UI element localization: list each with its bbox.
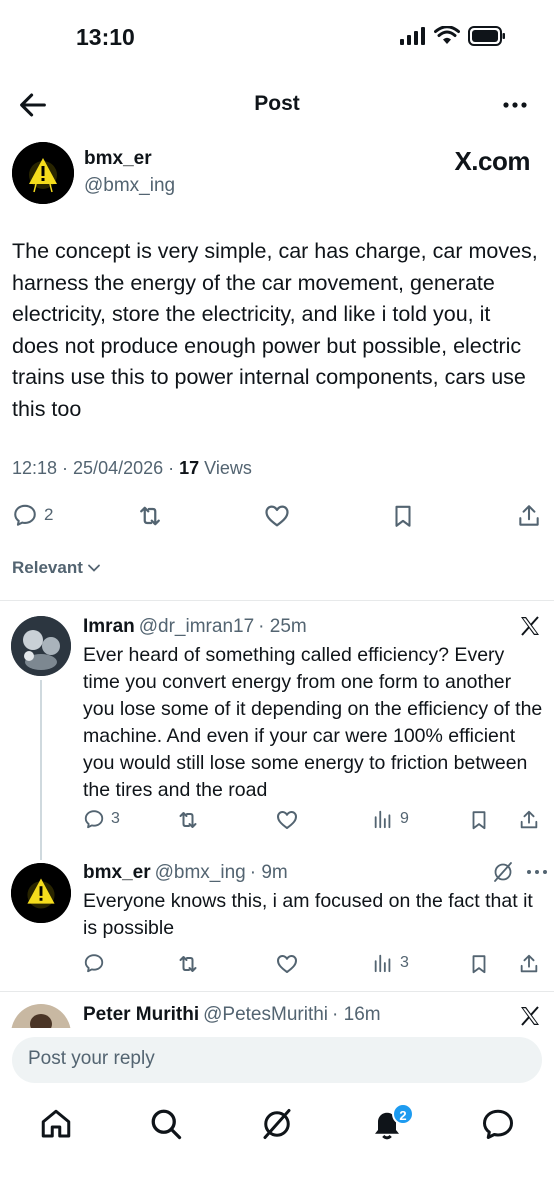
reply-count: 2 xyxy=(44,505,54,524)
avatar-photo-icon xyxy=(11,616,71,676)
reply-actions: 3 9 xyxy=(0,806,554,836)
reply-time: · 9m xyxy=(249,862,288,883)
reply-icon xyxy=(84,810,104,829)
analytics-icon xyxy=(374,954,391,973)
divider xyxy=(0,991,554,992)
more-dots-icon[interactable] xyxy=(524,864,550,880)
x-logo-icon xyxy=(521,616,539,636)
avatar[interactable] xyxy=(11,1004,71,1028)
analytics-icon xyxy=(374,810,391,829)
reply-actions: 3 xyxy=(0,950,554,980)
reply-input[interactable]: Post your reply xyxy=(12,1037,542,1083)
author-name[interactable]: bmx_er xyxy=(84,148,152,170)
reply-author-handle[interactable]: @bmx_ing xyxy=(155,862,246,884)
reply-button[interactable]: 3 xyxy=(83,808,120,830)
sort-label: Relevant xyxy=(12,558,83,577)
avatar[interactable] xyxy=(11,863,71,923)
warning-triangle-logo-icon xyxy=(12,142,74,204)
reply-icon xyxy=(14,504,36,526)
avatar[interactable] xyxy=(11,616,71,676)
reply-author-name[interactable]: Peter Murithi xyxy=(83,1004,199,1026)
post-meta: 12:18 · 25/04/2026 · 17 Views xyxy=(12,458,252,479)
page-title: Post xyxy=(254,92,300,115)
reply-time: · 25m xyxy=(258,616,307,637)
reply-author-name[interactable]: bmx_er xyxy=(83,862,151,884)
status-icons xyxy=(400,26,506,46)
like-icon[interactable] xyxy=(263,502,291,530)
views-count: 17 xyxy=(179,458,200,478)
views-button[interactable]: 3 xyxy=(372,952,409,974)
share-icon[interactable] xyxy=(516,502,542,530)
reply-author-handle[interactable]: @PetesMurithi xyxy=(203,1004,328,1026)
reply-count: 3 xyxy=(111,810,120,827)
notifications-badge: 2 xyxy=(392,1103,414,1125)
status-time: 13:10 xyxy=(76,24,135,50)
post-text: The concept is very simple, car has char… xyxy=(12,239,538,421)
reply-text: Ever heard of something called efficienc… xyxy=(83,644,543,801)
messages-icon[interactable] xyxy=(480,1106,516,1142)
repost-icon[interactable] xyxy=(136,502,164,530)
post-timestamp: 12:18 · 25/04/2026 · xyxy=(12,458,180,478)
reply-header: bmx_er @bmx_ing · 9m xyxy=(83,862,288,884)
bookmark-icon[interactable] xyxy=(468,952,490,976)
like-icon[interactable] xyxy=(275,952,299,976)
wifi-icon xyxy=(434,26,460,44)
chevron-down-icon xyxy=(87,564,100,572)
views-count: 9 xyxy=(400,810,409,827)
home-icon[interactable] xyxy=(38,1106,74,1142)
bookmark-icon[interactable] xyxy=(468,808,490,832)
views-count: 3 xyxy=(400,954,409,971)
post-actions: 2 xyxy=(0,498,554,534)
repost-icon[interactable] xyxy=(176,952,200,976)
search-icon[interactable] xyxy=(148,1106,184,1142)
source-label: X.com xyxy=(454,146,530,176)
share-icon[interactable] xyxy=(518,808,540,832)
avatar[interactable] xyxy=(12,142,74,204)
grok-icon[interactable] xyxy=(259,1106,295,1142)
avatar-photo-icon xyxy=(11,1004,71,1028)
battery-icon xyxy=(468,26,505,46)
grok-icon[interactable] xyxy=(491,860,515,884)
author-handle[interactable]: @bmx_ing xyxy=(84,175,175,197)
x-logo-icon xyxy=(521,1006,539,1026)
sort-dropdown[interactable]: Relevant xyxy=(12,558,101,578)
reply-placeholder: Post your reply xyxy=(28,1048,155,1069)
reply-button[interactable]: 2 xyxy=(12,502,53,528)
repost-icon[interactable] xyxy=(176,808,200,832)
reply-time: · 16m xyxy=(332,1004,381,1025)
signal-icon xyxy=(400,27,425,45)
reply-text: Everyone knows this, i am focused on the… xyxy=(83,890,533,939)
reply-author-handle[interactable]: @dr_imran17 xyxy=(139,616,254,638)
reply-header: Imran @dr_imran17 · 25m xyxy=(83,616,307,638)
divider xyxy=(0,600,554,601)
reply-icon[interactable] xyxy=(83,952,105,974)
views-button[interactable]: 9 xyxy=(372,808,409,830)
more-dots-icon[interactable] xyxy=(500,92,530,118)
reply-author-name[interactable]: Imran xyxy=(83,616,135,638)
bookmark-icon[interactable] xyxy=(390,502,416,530)
reply-header: Peter Murithi @PetesMurithi · 16m xyxy=(83,1004,381,1026)
warning-triangle-logo-icon xyxy=(11,863,71,923)
share-icon[interactable] xyxy=(518,952,540,976)
views-label: Views xyxy=(199,458,252,478)
like-icon[interactable] xyxy=(275,808,299,832)
